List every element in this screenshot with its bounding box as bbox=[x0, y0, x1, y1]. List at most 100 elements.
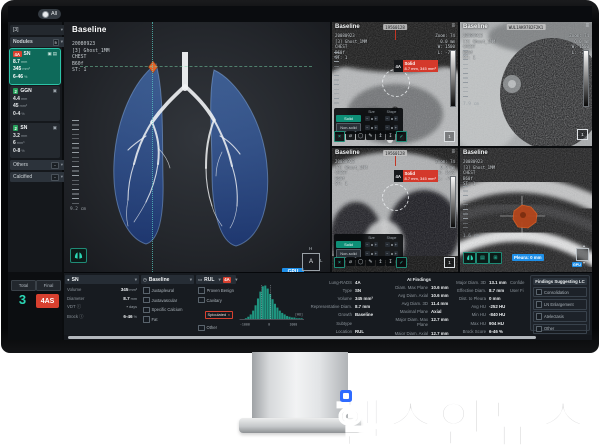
horizontal-scrollbar[interactable] bbox=[64, 335, 592, 340]
checkbox[interactable] bbox=[143, 316, 150, 323]
minus-button[interactable]: − bbox=[365, 116, 370, 121]
scale-ruler-label: 1.6 cm bbox=[463, 234, 479, 239]
circle-roi-icon[interactable]: ◯ bbox=[356, 131, 365, 140]
checkbox[interactable] bbox=[143, 307, 150, 314]
checkbox-row[interactable]: Fat bbox=[141, 316, 194, 323]
checkbox[interactable] bbox=[198, 297, 205, 304]
nodule-card[interactable]: 2 GGN ▣ 4.4mm 45mm³ 0-4% bbox=[10, 86, 60, 121]
ct-view-sagittal[interactable]: Baseline 20080923[3] Ghost_1MMCHEST B60f… bbox=[460, 148, 592, 272]
plus-button[interactable]: + bbox=[374, 242, 379, 247]
nodule-roi-circle[interactable] bbox=[382, 69, 410, 97]
orientation-cube[interactable]: A bbox=[302, 253, 320, 271]
total-tab[interactable]: Total bbox=[11, 280, 36, 291]
lung-view-button[interactable] bbox=[70, 248, 87, 263]
group-calcified[interactable]: Calcified − ▾ bbox=[10, 172, 66, 182]
nodule-annotation[interactable]: 4A Solid8.7 mm, 345 mm³ bbox=[394, 60, 438, 72]
viewer-3d[interactable]: Baseline 20080923[3] Ghost_1MM CHESTB60f… bbox=[64, 22, 330, 272]
checkbox-row[interactable]: Juxtapleural bbox=[141, 287, 194, 294]
show-all-button[interactable]: All bbox=[38, 9, 61, 19]
collapse-icon[interactable]: − bbox=[51, 162, 58, 169]
menu-icon[interactable]: ≡ bbox=[451, 23, 455, 29]
checkbox-row[interactable]: Other bbox=[196, 325, 236, 332]
window-gradient-bar[interactable] bbox=[583, 50, 589, 107]
checkbox-row[interactable]: Juxtavascular bbox=[141, 297, 194, 304]
scrollbar-thumb[interactable] bbox=[68, 336, 536, 339]
checkbox[interactable] bbox=[198, 325, 205, 332]
solid-button[interactable]: Solid bbox=[336, 241, 361, 248]
minus-button[interactable]: − bbox=[365, 125, 370, 130]
timepoint-header[interactable]: ◷ Baseline ▾ bbox=[141, 275, 194, 284]
plus-button[interactable]: + bbox=[374, 116, 379, 121]
solid-button[interactable]: Solid bbox=[336, 115, 361, 122]
checkbox-row[interactable]: LN Enlargement bbox=[533, 299, 587, 310]
plus-button[interactable]: + bbox=[394, 242, 399, 247]
checkbox[interactable] bbox=[536, 313, 543, 320]
checkbox-row[interactable]: Specific Calcium bbox=[141, 307, 194, 314]
minus-button[interactable]: − bbox=[385, 251, 390, 256]
shrink-icon[interactable]: ↧ bbox=[386, 257, 395, 266]
nodule-annotation[interactable]: 4A Solid8.7 mm, 345 mm³ bbox=[394, 170, 438, 182]
nodules-header[interactable]: Nodules 5 ▾ bbox=[10, 37, 66, 47]
grow-icon[interactable]: ↥ bbox=[376, 131, 385, 140]
series-filter-dropdown[interactable]: [3] ▾ bbox=[10, 25, 66, 35]
checkbox[interactable] bbox=[536, 301, 543, 308]
draw-icon[interactable]: ✎ bbox=[366, 131, 375, 140]
plus-button[interactable]: + bbox=[374, 251, 379, 256]
nodule-detail-section: ● SN ▾ Volume345mm³ Diameter8.7mm VDT ⓘ-… bbox=[65, 275, 139, 333]
checkbox-row[interactable]: Atelectasis bbox=[533, 311, 587, 322]
checkbox-row[interactable]: Proven Benign bbox=[196, 287, 236, 294]
cancel-icon[interactable]: × bbox=[334, 257, 345, 268]
checkbox[interactable] bbox=[198, 287, 205, 294]
stepper-dot bbox=[391, 244, 393, 246]
nodule-detail-header[interactable]: ● SN ▾ bbox=[65, 275, 139, 284]
mpr-grid-button[interactable]: ⊞ bbox=[489, 252, 502, 264]
draw-icon[interactable]: ✎ bbox=[366, 257, 375, 266]
plus-button[interactable]: + bbox=[394, 125, 399, 130]
nodule-card[interactable]: 2 SN ▣ 3.2mm 6mm³ 0-8% bbox=[10, 123, 60, 158]
slab-tool-button[interactable]: ▤ bbox=[476, 252, 489, 264]
checkbox[interactable] bbox=[143, 287, 150, 294]
ct-view-axial-lung[interactable]: Baseline WUL1AK9782F2K1 ≡ 20080923[3] Gh… bbox=[460, 22, 592, 146]
circle-roi-icon[interactable]: ◯ bbox=[356, 257, 365, 266]
window-gradient-bar[interactable] bbox=[450, 176, 456, 228]
plus-button[interactable]: + bbox=[374, 125, 379, 130]
checkbox[interactable] bbox=[536, 289, 543, 296]
erase-icon[interactable]: ⌀ bbox=[346, 257, 355, 266]
grow-icon[interactable]: ↥ bbox=[376, 257, 385, 266]
lungrads-chip[interactable]: 4A bbox=[223, 277, 232, 283]
collapse-icon[interactable]: − bbox=[51, 174, 58, 181]
cancel-icon[interactable]: × bbox=[334, 131, 345, 142]
lung-tool-button[interactable] bbox=[463, 252, 476, 264]
menu-icon[interactable]: ≡ bbox=[451, 149, 455, 155]
location-header[interactable]: ▭ RUL ▾ 4A ▾ bbox=[196, 275, 236, 284]
remove-tag-icon[interactable]: × bbox=[228, 312, 230, 317]
menu-icon[interactable]: ≡ bbox=[585, 23, 589, 29]
checkbox[interactable] bbox=[143, 297, 150, 304]
plus-button[interactable]: + bbox=[394, 116, 399, 121]
nodule-roi-circle[interactable] bbox=[382, 184, 409, 211]
minus-button[interactable]: − bbox=[385, 125, 390, 130]
ct-view-axial-2[interactable]: Baseline 19560128 ≡ 20080923[3] Ghost_1M… bbox=[332, 148, 458, 272]
checkbox-row[interactable]: Cavitary bbox=[196, 297, 236, 304]
nodule-card-selected[interactable]: 4A SN ▣ ▤ 8.7mm 345mm³ 6-46% bbox=[10, 49, 60, 84]
confirm-icon[interactable]: ✓ bbox=[396, 131, 407, 142]
erase-icon[interactable]: ⌀ bbox=[346, 131, 355, 140]
spiculated-tag[interactable]: Spiculated × bbox=[205, 311, 233, 319]
checkbox-row[interactable]: Consolidation bbox=[533, 287, 587, 298]
arrow-down-icon[interactable]: ▾ bbox=[583, 260, 585, 265]
nodule-type: GGN bbox=[20, 88, 31, 94]
minus-button[interactable]: − bbox=[385, 116, 390, 121]
plus-button[interactable]: + bbox=[394, 251, 399, 256]
checkbox-row[interactable]: Other bbox=[533, 324, 587, 335]
nodule-type: SN bbox=[20, 125, 27, 131]
confirm-icon[interactable]: ✓ bbox=[396, 257, 407, 268]
window-gradient-bar[interactable] bbox=[450, 50, 456, 107]
minus-button[interactable]: − bbox=[365, 242, 370, 247]
checkbox[interactable] bbox=[536, 326, 543, 333]
minus-button[interactable]: − bbox=[385, 242, 390, 247]
final-tab[interactable]: Final bbox=[36, 280, 61, 291]
group-others[interactable]: Others − ▾ bbox=[10, 160, 66, 170]
ct-view-axial-zoom[interactable]: Baseline 19560128 ≡ 20080923[3] Ghost_1M… bbox=[332, 22, 458, 146]
minus-button[interactable]: − bbox=[365, 251, 370, 256]
shrink-icon[interactable]: ↧ bbox=[386, 131, 395, 140]
